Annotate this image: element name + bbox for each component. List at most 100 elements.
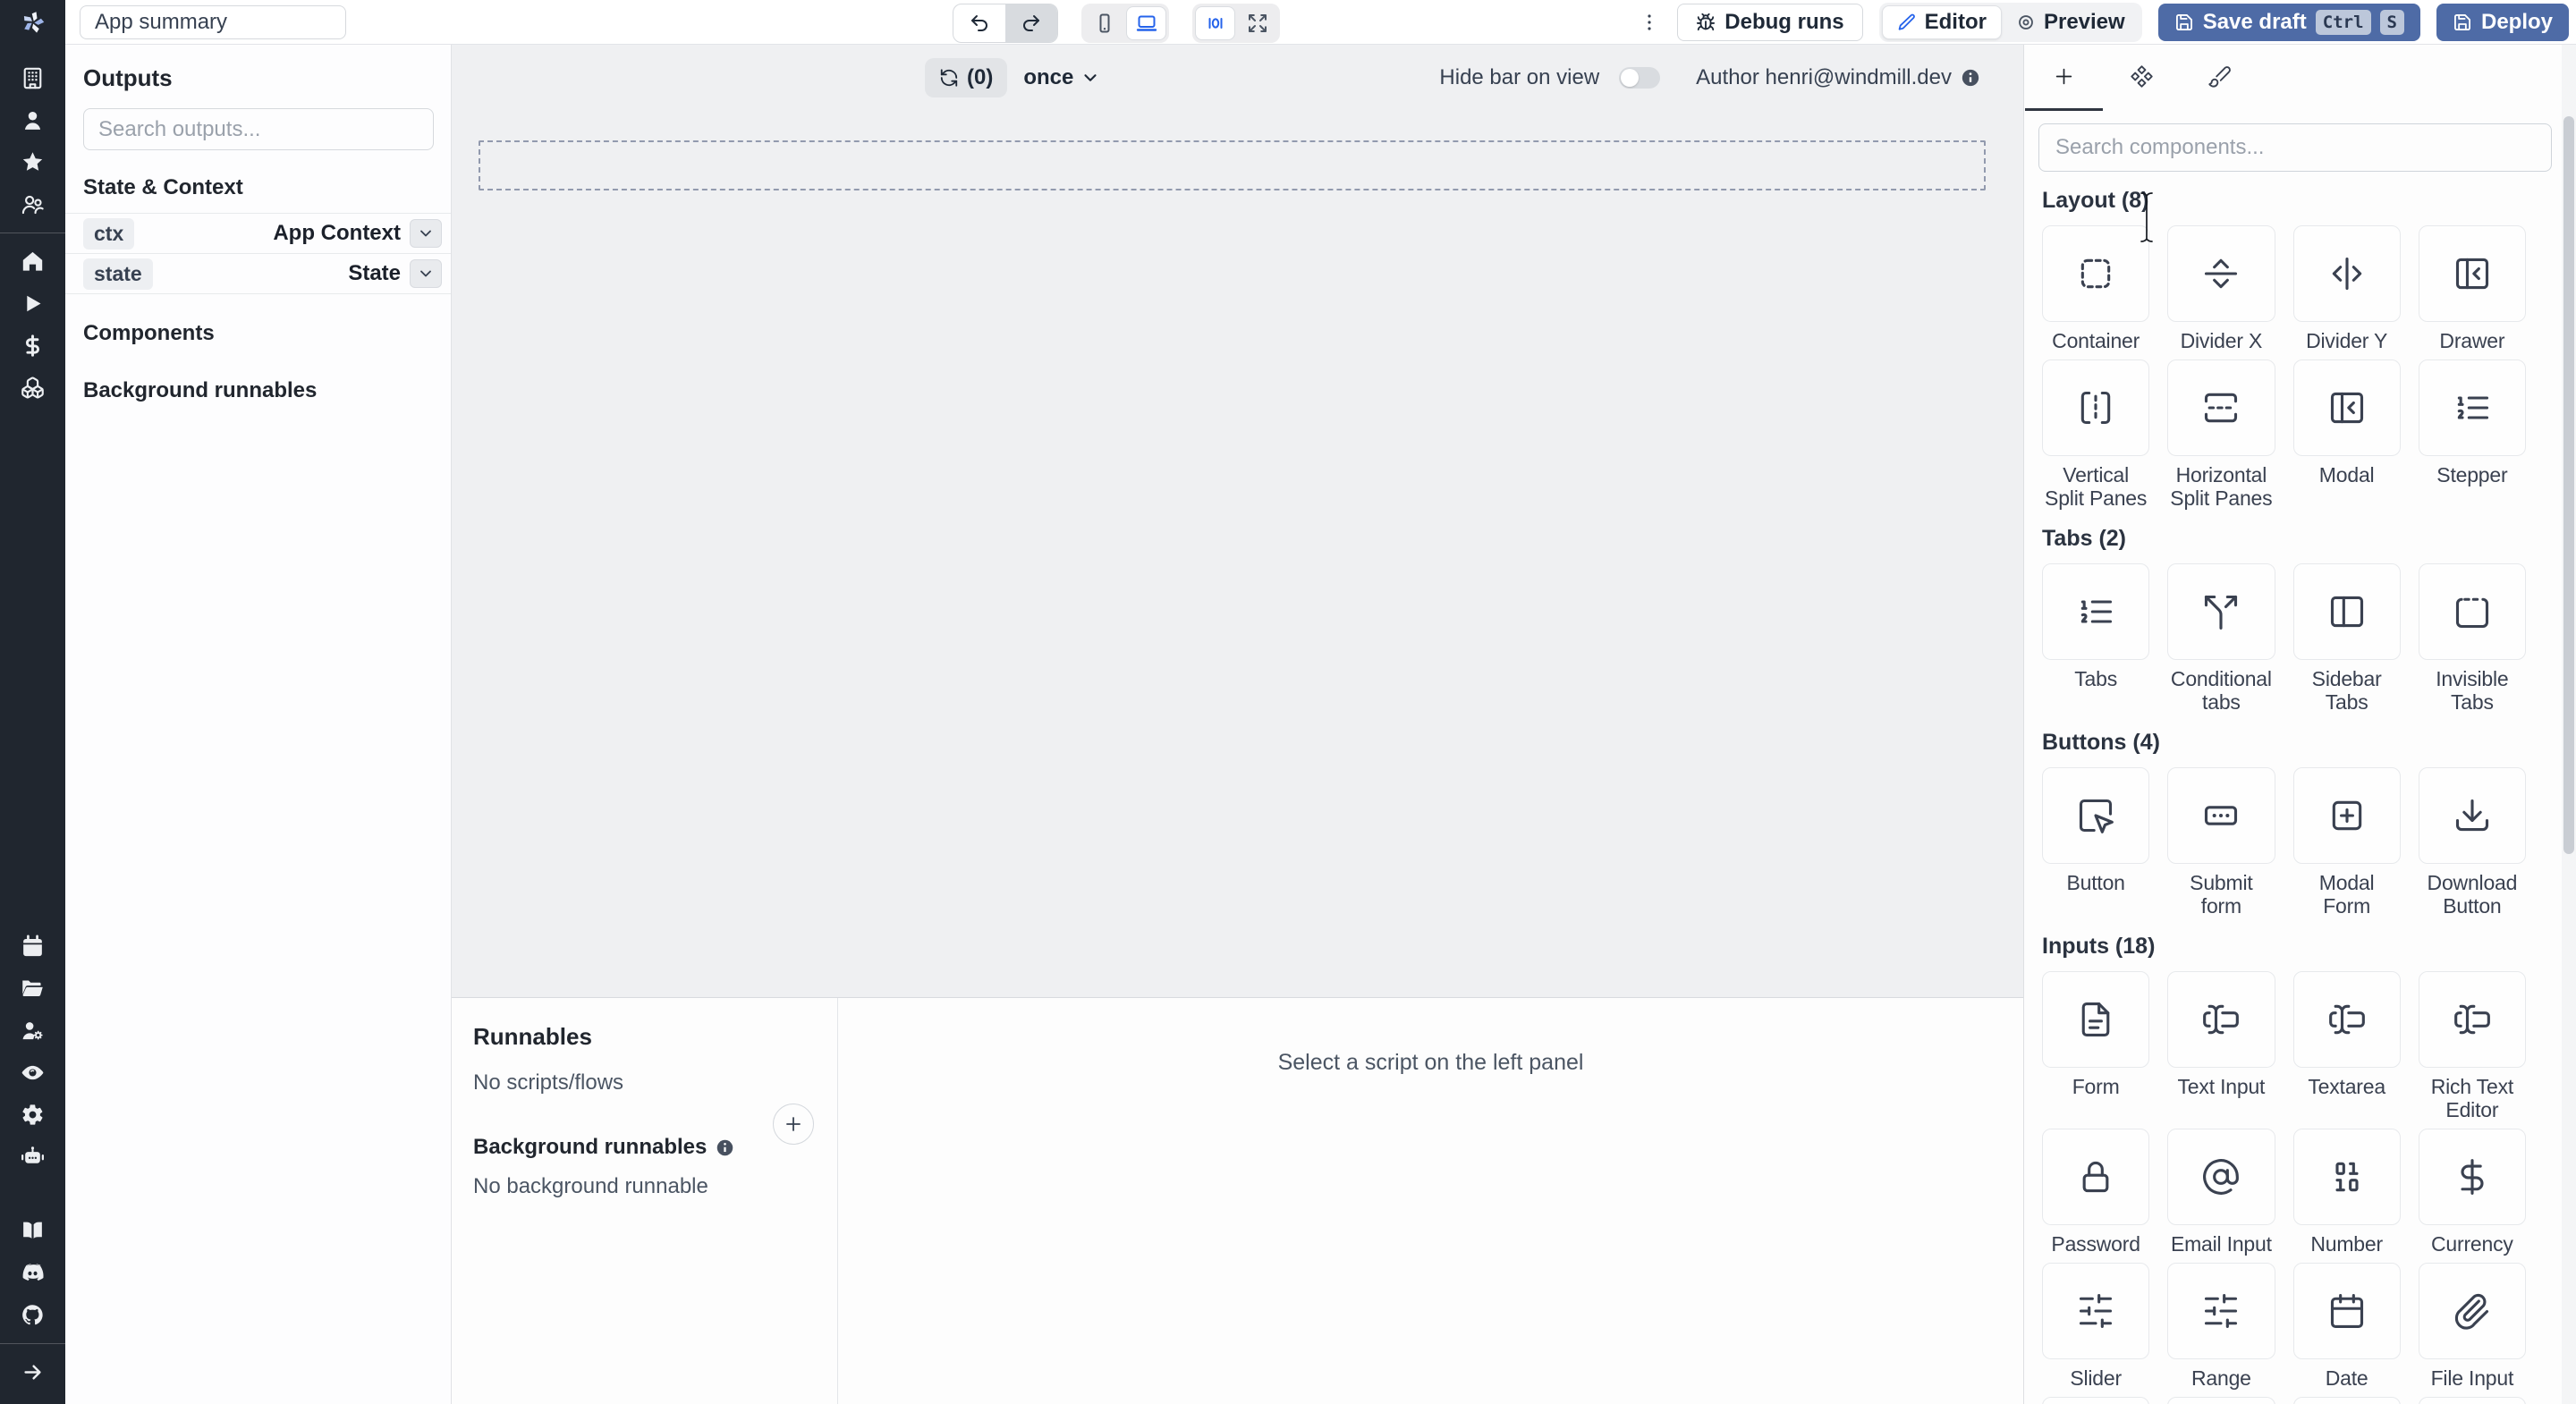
scrollbar-thumb[interactable] bbox=[2563, 116, 2574, 854]
sidebar-item-robot[interactable] bbox=[0, 1136, 65, 1178]
sidebar-item-users[interactable] bbox=[0, 183, 65, 225]
canvas-drop-zone[interactable] bbox=[479, 140, 1986, 190]
component-card-label: Download Button bbox=[2427, 871, 2518, 918]
component-card-invisible-tabs[interactable]: Invisible Tabs bbox=[2418, 563, 2526, 714]
info-icon[interactable] bbox=[1961, 68, 1980, 88]
sidebar-item-building[interactable] bbox=[0, 57, 65, 99]
component-card-label: Number bbox=[2310, 1232, 2383, 1256]
search-outputs-input[interactable] bbox=[83, 108, 434, 150]
component-card-text-input[interactable]: Text Input bbox=[2167, 971, 2275, 1121]
sidebar-item-discord[interactable] bbox=[0, 1252, 65, 1294]
component-card-box bbox=[2292, 563, 2401, 660]
interval-select[interactable]: once bbox=[1023, 65, 1100, 90]
sidebar-item-gear[interactable] bbox=[0, 1094, 65, 1136]
vertical-split-icon bbox=[2076, 388, 2115, 427]
state-row[interactable]: state State bbox=[65, 254, 451, 294]
component-card-vertical-split-panes[interactable]: Vertical Split Panes bbox=[2042, 359, 2150, 510]
sidebar-item-star[interactable] bbox=[0, 141, 65, 183]
component-card-form[interactable]: Form bbox=[2042, 971, 2150, 1121]
component-card-download-button[interactable]: Download Button bbox=[2418, 767, 2526, 918]
sidebar-item-github[interactable] bbox=[0, 1294, 65, 1336]
ctx-row[interactable]: ctx App Context bbox=[65, 214, 451, 254]
dollar-icon bbox=[21, 334, 45, 358]
component-card-file-input[interactable]: File Input bbox=[2418, 1263, 2526, 1390]
tab-component-settings[interactable] bbox=[2103, 45, 2181, 111]
sidebar-item-home[interactable] bbox=[0, 241, 65, 283]
preview-tab[interactable]: Preview bbox=[2002, 5, 2140, 39]
redo-button[interactable] bbox=[1005, 4, 1057, 42]
component-card-divider-x[interactable]: Divider X bbox=[2167, 225, 2275, 352]
tab-styling[interactable] bbox=[2181, 45, 2258, 111]
state-key: state bbox=[83, 258, 153, 290]
sidebar-item-users-gear[interactable] bbox=[0, 1010, 65, 1052]
component-card-partial[interactable] bbox=[2418, 1397, 2526, 1404]
component-card-button[interactable]: Button bbox=[2042, 767, 2150, 918]
component-card-rich-text-editor[interactable]: Rich Text Editor bbox=[2418, 971, 2526, 1121]
search-components-input[interactable] bbox=[2038, 123, 2552, 172]
sidebar-item-user[interactable] bbox=[0, 99, 65, 141]
editor-tab[interactable]: Editor bbox=[1881, 4, 2002, 39]
component-card-number[interactable]: Number bbox=[2292, 1129, 2401, 1256]
component-card-horizontal-split-panes[interactable]: Horizontal Split Panes bbox=[2167, 359, 2275, 510]
center-content-button[interactable] bbox=[1195, 6, 1235, 40]
add-background-runnable-button[interactable] bbox=[773, 1104, 814, 1145]
app-canvas[interactable] bbox=[452, 110, 2023, 997]
component-card-modal[interactable]: Modal bbox=[2292, 359, 2401, 510]
component-card-conditional-tabs[interactable]: Conditional tabs bbox=[2167, 563, 2275, 714]
component-card-range[interactable]: Range bbox=[2167, 1263, 2275, 1390]
component-card-stepper[interactable]: Stepper bbox=[2418, 359, 2526, 510]
topbar: Debug runs Editor Preview Save draft Ct bbox=[65, 0, 2576, 45]
building-icon bbox=[21, 66, 45, 90]
component-card-date[interactable]: Date bbox=[2292, 1263, 2401, 1390]
more-menu-button[interactable] bbox=[1638, 4, 1661, 40]
component-grid: Tabs Conditional tabs Sidebar Tabs Invisibl… bbox=[2042, 563, 2526, 714]
component-card-box bbox=[2167, 563, 2275, 660]
deploy-button[interactable]: Deploy bbox=[2436, 3, 2569, 41]
info-icon[interactable] bbox=[716, 1138, 734, 1157]
sidebar-item-book-open[interactable] bbox=[0, 1210, 65, 1252]
main-column: Debug runs Editor Preview Save draft Ct bbox=[65, 0, 2576, 1404]
sidebar-item-folder-open[interactable] bbox=[0, 968, 65, 1010]
sidebar-item-boxes[interactable] bbox=[0, 367, 65, 409]
sidebar-item-calendar[interactable] bbox=[0, 926, 65, 968]
component-card-partial[interactable] bbox=[2292, 1397, 2401, 1404]
component-card-partial[interactable] bbox=[2167, 1397, 2275, 1404]
component-card-sidebar-tabs[interactable]: Sidebar Tabs bbox=[2292, 563, 2401, 714]
component-card-email-input[interactable]: Email Input bbox=[2167, 1129, 2275, 1256]
component-card-password[interactable]: Password bbox=[2042, 1129, 2150, 1256]
hide-bar-toggle[interactable] bbox=[1619, 66, 1661, 89]
debug-runs-button[interactable]: Debug runs bbox=[1677, 3, 1863, 41]
background-runnables-header: Background runnables bbox=[83, 378, 318, 402]
component-card-divider-y[interactable]: Divider Y bbox=[2292, 225, 2401, 352]
state-expand-button[interactable] bbox=[410, 259, 442, 288]
component-card-box bbox=[2167, 971, 2275, 1068]
component-card-slider[interactable]: Slider bbox=[2042, 1263, 2150, 1390]
component-card-drawer[interactable]: Drawer bbox=[2418, 225, 2526, 352]
save-draft-button[interactable]: Save draft Ctrl S bbox=[2157, 3, 2420, 41]
gear-icon bbox=[21, 1103, 45, 1127]
windmill-logo[interactable] bbox=[0, 0, 65, 45]
chevron-down-icon bbox=[417, 265, 435, 283]
fullscreen-button[interactable] bbox=[1237, 6, 1277, 40]
component-card-box bbox=[2292, 1263, 2401, 1359]
sidebar-item-play[interactable] bbox=[0, 283, 65, 325]
mobile-view-button[interactable] bbox=[1084, 6, 1124, 40]
app-summary-input[interactable] bbox=[80, 4, 346, 39]
component-card-modal-form[interactable]: Modal Form bbox=[2292, 767, 2401, 918]
ctx-expand-button[interactable] bbox=[410, 219, 442, 248]
component-grid: Button Submit form Modal Form Download Butt… bbox=[2042, 767, 2526, 918]
component-card-currency[interactable]: Currency bbox=[2418, 1129, 2526, 1256]
component-card-submit-form[interactable]: Submit form bbox=[2167, 767, 2275, 918]
sidebar-item-dollar[interactable] bbox=[0, 325, 65, 367]
undo-button[interactable] bbox=[953, 4, 1005, 43]
desktop-view-button[interactable] bbox=[1126, 6, 1166, 40]
tab-insert-component[interactable] bbox=[2025, 45, 2103, 111]
component-card-tabs[interactable]: Tabs bbox=[2042, 563, 2150, 714]
component-card-box bbox=[2418, 225, 2526, 322]
component-card-textarea[interactable]: Textarea bbox=[2292, 971, 2401, 1121]
component-card-partial[interactable] bbox=[2042, 1397, 2150, 1404]
refresh-button[interactable]: (0) bbox=[925, 57, 1008, 97]
component-card-container[interactable]: Container bbox=[2042, 225, 2150, 352]
sidebar-item-eye[interactable] bbox=[0, 1052, 65, 1094]
sidebar-item-arrow-right[interactable] bbox=[0, 1351, 65, 1393]
